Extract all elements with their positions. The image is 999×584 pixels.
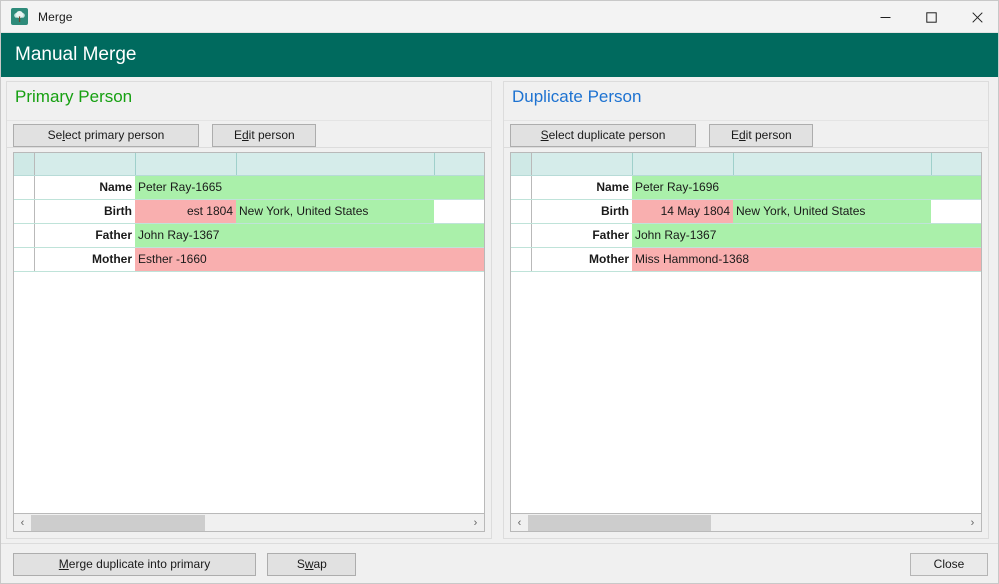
row-value-cell[interactable]: Peter Ray-1665 — [135, 175, 485, 199]
grid-header-row — [14, 153, 485, 175]
grid-col-date[interactable] — [632, 153, 733, 175]
grid-col-select — [14, 153, 34, 175]
row-select-cell[interactable] — [14, 223, 34, 247]
primary-grid-hscrollbar[interactable]: ‹ › — [13, 514, 485, 532]
row-value-cell[interactable]: John Ray-1367 — [135, 223, 485, 247]
window-close-button[interactable] — [954, 1, 999, 33]
page-header-band: Manual Merge — [1, 33, 999, 77]
row-value-cell[interactable]: New York, United States — [733, 199, 931, 223]
table-row[interactable]: MotherMiss Hammond-1368 — [511, 247, 982, 271]
window-controls — [862, 1, 999, 33]
row-extra-cell[interactable] — [434, 199, 485, 223]
scroll-right-icon[interactable]: › — [467, 515, 484, 531]
select-primary-person-button[interactable]: Select primary person — [13, 124, 199, 147]
row-label-cell: Name — [531, 175, 632, 199]
window-title: Merge — [38, 10, 73, 24]
table-row[interactable]: FatherJohn Ray-1367 — [14, 223, 485, 247]
row-value-cell[interactable]: New York, United States — [236, 199, 434, 223]
grid-col-value[interactable] — [733, 153, 931, 175]
swap-button[interactable]: Swap — [267, 553, 356, 576]
scroll-right-icon[interactable]: › — [964, 515, 981, 531]
row-select-cell[interactable] — [511, 247, 531, 271]
grid-col-date[interactable] — [135, 153, 236, 175]
scroll-left-icon[interactable]: ‹ — [14, 515, 31, 531]
title-bar: Merge — [1, 1, 999, 33]
table-row[interactable]: Birth14 May 1804New York, United States — [511, 199, 982, 223]
grid-col-select — [511, 153, 531, 175]
row-select-cell[interactable] — [14, 247, 34, 271]
edit-primary-person-button[interactable]: Edit person — [212, 124, 316, 147]
merge-duplicate-into-primary-button[interactable]: Merge duplicate into primary — [13, 553, 256, 576]
footer-left-actions: Merge duplicate into primary Swap — [13, 553, 356, 576]
duplicate-grid-body: NamePeter Ray-1696Birth14 May 1804New Yo… — [511, 175, 982, 271]
grid-col-value[interactable] — [236, 153, 434, 175]
hscroll-track[interactable] — [31, 515, 467, 531]
row-label-cell: Mother — [34, 247, 135, 271]
row-value-cell[interactable]: John Ray-1367 — [632, 223, 982, 247]
family-tree-icon — [11, 8, 28, 25]
table-row[interactable]: MotherEsther -1660 — [14, 247, 485, 271]
select-duplicate-person-button[interactable]: Select duplicate person — [510, 124, 696, 147]
hscroll-track[interactable] — [528, 515, 964, 531]
row-label-cell: Father — [531, 223, 632, 247]
primary-person-panel: Primary Person Select primary person Edi… — [6, 81, 492, 539]
row-value-cell[interactable]: Peter Ray-1696 — [632, 175, 982, 199]
duplicate-person-grid[interactable]: NamePeter Ray-1696Birth14 May 1804New Yo… — [510, 152, 982, 514]
edit-duplicate-person-button[interactable]: Edit person — [709, 124, 813, 147]
row-select-cell[interactable] — [511, 175, 531, 199]
table-row[interactable]: NamePeter Ray-1696 — [511, 175, 982, 199]
duplicate-panel-toolbar: Select duplicate person Edit person — [504, 120, 988, 148]
table-row[interactable]: FatherJohn Ray-1367 — [511, 223, 982, 247]
maximize-button[interactable] — [908, 1, 954, 33]
primary-panel-toolbar: Select primary person Edit person — [7, 120, 491, 148]
row-select-cell[interactable] — [511, 199, 531, 223]
panels-container: Primary Person Select primary person Edi… — [1, 77, 999, 543]
primary-person-grid[interactable]: NamePeter Ray-1665Birthest 1804New York,… — [13, 152, 485, 514]
duplicate-person-panel: Duplicate Person Select duplicate person… — [503, 81, 989, 539]
minimize-button[interactable] — [862, 1, 908, 33]
footer-bar: Merge duplicate into primary Swap Close — [1, 543, 999, 584]
row-label-cell: Birth — [34, 199, 135, 223]
grid-col-extra[interactable] — [931, 153, 982, 175]
grid-col-label[interactable] — [34, 153, 135, 175]
close-button[interactable]: Close — [910, 553, 988, 576]
hscroll-thumb[interactable] — [31, 515, 205, 531]
grid-col-extra[interactable] — [434, 153, 485, 175]
row-select-cell[interactable] — [511, 223, 531, 247]
row-value-cell[interactable]: Miss Hammond-1368 — [632, 247, 982, 271]
primary-grid-body: NamePeter Ray-1665Birthest 1804New York,… — [14, 175, 485, 271]
row-label-cell: Birth — [531, 199, 632, 223]
row-value-cell[interactable]: Esther -1660 — [135, 247, 485, 271]
row-date-cell[interactable]: 14 May 1804 — [632, 199, 733, 223]
grid-header-row — [511, 153, 982, 175]
duplicate-grid-hscrollbar[interactable]: ‹ › — [510, 514, 982, 532]
row-select-cell[interactable] — [14, 175, 34, 199]
footer-right-actions: Close — [910, 553, 988, 576]
scroll-left-icon[interactable]: ‹ — [511, 515, 528, 531]
primary-panel-title: Primary Person — [15, 87, 132, 107]
table-row[interactable]: NamePeter Ray-1665 — [14, 175, 485, 199]
grid-col-label[interactable] — [531, 153, 632, 175]
table-row[interactable]: Birthest 1804New York, United States — [14, 199, 485, 223]
merge-window: Merge Manual Merge Primary Person Select… — [0, 0, 999, 584]
row-label-cell: Father — [34, 223, 135, 247]
row-date-cell[interactable]: est 1804 — [135, 199, 236, 223]
duplicate-panel-title: Duplicate Person — [512, 87, 641, 107]
row-label-cell: Mother — [531, 247, 632, 271]
page-title: Manual Merge — [15, 44, 136, 66]
row-select-cell[interactable] — [14, 199, 34, 223]
hscroll-thumb[interactable] — [528, 515, 711, 531]
row-label-cell: Name — [34, 175, 135, 199]
row-extra-cell[interactable] — [931, 199, 982, 223]
